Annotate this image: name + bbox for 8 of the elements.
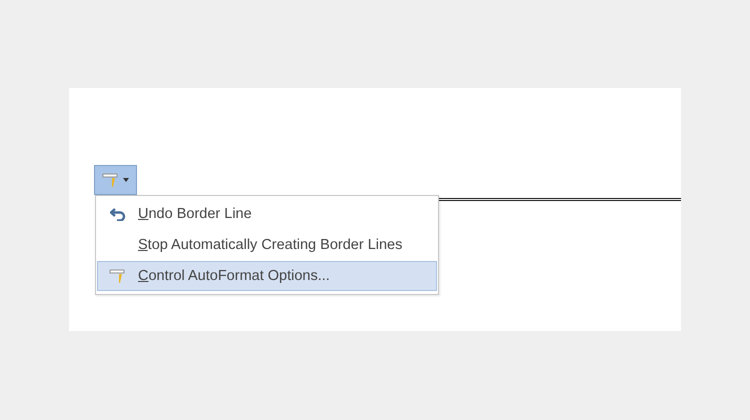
caret-icon (123, 178, 129, 182)
menu-item[interactable]: Stop Automatically Creating Border Lines (97, 230, 437, 260)
paintbrush-icon (102, 172, 120, 188)
paintbrush-icon (109, 268, 127, 284)
menu-item[interactable]: Undo Border Line (97, 199, 437, 229)
menu-item[interactable]: Control AutoFormat Options... (97, 261, 437, 291)
undo-icon (110, 207, 126, 221)
autocorrect-options-button[interactable] (94, 165, 137, 195)
